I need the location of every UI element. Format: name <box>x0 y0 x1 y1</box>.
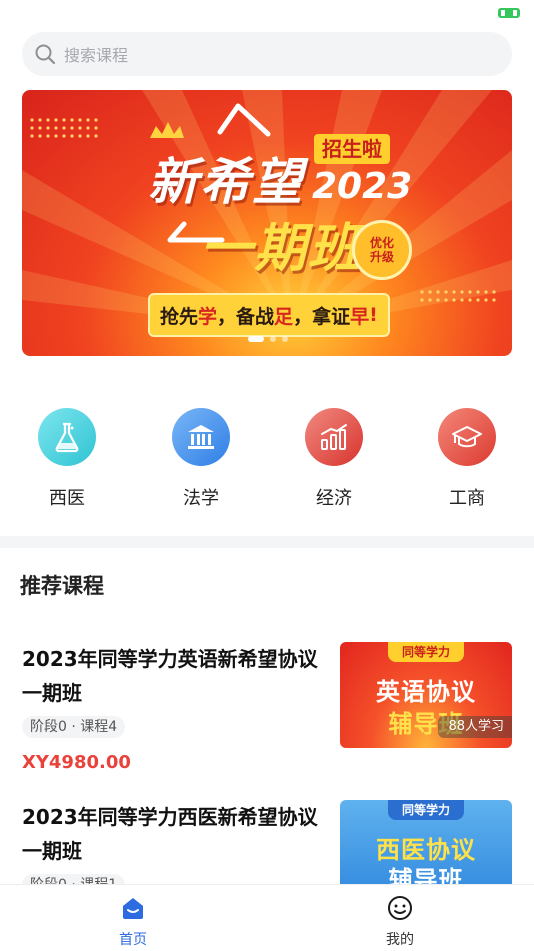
thumb-tag: 同等学力 <box>387 800 465 820</box>
course-title[interactable]: 2023年同等学力英语新希望协议一期班 <box>22 642 322 710</box>
search-bar[interactable]: 搜索课程 <box>22 32 512 76</box>
slogan-part: 抢先 <box>160 305 199 328</box>
battery-icon <box>498 8 520 18</box>
indicator-dot-active[interactable] <box>248 336 264 342</box>
tab-mine[interactable]: 我的 <box>360 895 440 949</box>
category-jingji[interactable]: 经济 <box>284 408 384 510</box>
tab-label: 我的 <box>386 932 414 948</box>
flask-icon <box>55 422 79 453</box>
tab-label: 首页 <box>119 932 147 948</box>
slogan-highlight: 早 <box>350 305 370 328</box>
banner-page-indicator[interactable] <box>248 336 288 342</box>
tab-home[interactable]: 首页 <box>93 895 173 949</box>
section-divider <box>0 536 534 548</box>
banner-badge: 招生啦 <box>314 134 390 164</box>
search-icon <box>35 44 56 65</box>
course-meta: 阶段0 · 课程4 <box>22 716 126 738</box>
category-icon-bg[interactable] <box>305 408 363 466</box>
category-faxue[interactable]: 法学 <box>151 408 251 510</box>
course-title[interactable]: 2023年同等学力西医新希望协议一期班 <box>22 800 322 868</box>
smiley-icon <box>388 896 412 920</box>
category-gongshang[interactable]: 工商 <box>417 408 517 510</box>
slogan-part: ，备战 <box>217 305 275 328</box>
category-label: 法学 <box>183 488 219 509</box>
banner-seal: 优化 升级 <box>352 220 412 280</box>
category-grid: 西医 法学 经济 工商 <box>0 408 534 518</box>
banner-seal-text: 优化 升级 <box>369 236 394 264</box>
thumb-line1: 英语协议 <box>376 678 476 706</box>
slogan-part: ! <box>369 304 378 326</box>
indicator-dot[interactable] <box>270 336 276 342</box>
category-icon-bg[interactable] <box>438 408 496 466</box>
growth-chart-icon <box>321 424 347 450</box>
course-thumbnail[interactable]: 同等学力 英语协议 辅导班 88人学习 <box>340 642 512 748</box>
course-card[interactable]: 2023年同等学力英语新希望协议一期班 阶段0 · 课程4 XY4980.00 … <box>22 642 512 773</box>
indicator-dot[interactable] <box>282 336 288 342</box>
category-icon-bg[interactable] <box>38 408 96 466</box>
course-price: XY4980.00 <box>22 752 131 773</box>
courthouse-icon <box>188 425 214 449</box>
search-placeholder: 搜索课程 <box>64 46 129 65</box>
category-label: 西医 <box>49 488 85 509</box>
banner-title-line2: 一期班 <box>200 219 363 279</box>
promo-banner[interactable]: 新希望 招生啦 2023 一期班 优化 升级 抢先学，备战足，拿证早! <box>22 90 512 356</box>
banner-title-line1: 新希望 <box>148 153 304 211</box>
section-title: 推荐课程 <box>20 574 104 598</box>
category-xiyi[interactable]: 西医 <box>17 408 117 510</box>
course-card[interactable]: 2023年同等学力西医新希望协议一期班 阶段0 · 课程1 同等学力 西医协议 … <box>22 800 512 906</box>
home-icon <box>123 898 143 919</box>
slogan-highlight: 学 <box>198 305 218 328</box>
slogan-highlight: 足 <box>274 305 294 328</box>
graduation-cap-icon <box>452 426 482 448</box>
thumb-tag: 同等学力 <box>387 642 465 662</box>
banner-slogan: 抢先学，备战足，拿证早! <box>148 293 390 337</box>
category-label: 工商 <box>449 488 485 509</box>
category-icon-bg[interactable] <box>172 408 230 466</box>
banner-year: 2023 <box>312 166 413 207</box>
student-count: 88人学习 <box>438 716 512 738</box>
bottom-tab-bar: 首页 我的 <box>0 884 534 951</box>
slogan-part: ，拿证 <box>293 305 351 328</box>
category-label: 经济 <box>316 488 352 509</box>
